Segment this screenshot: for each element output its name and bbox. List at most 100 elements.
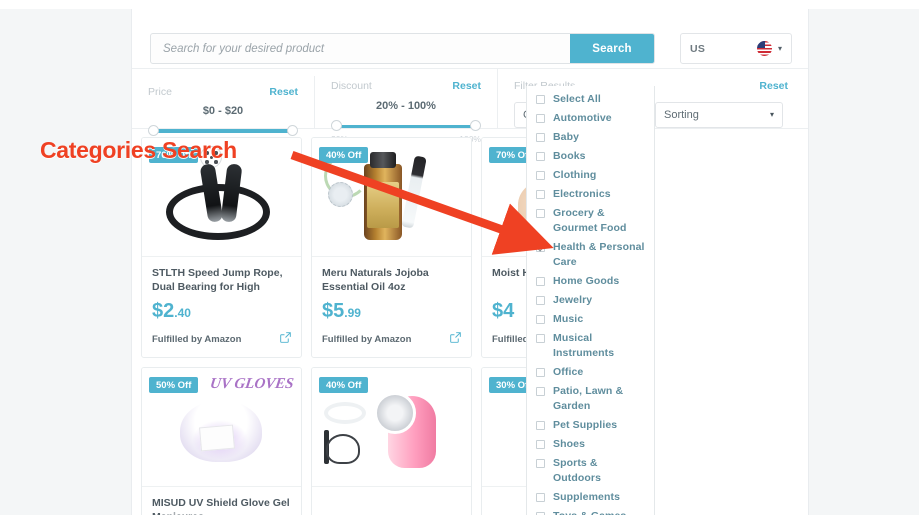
sorting-dropdown-button[interactable]: Sorting ▾ <box>655 102 783 128</box>
product-card[interactable]: 40% Off <box>311 367 472 515</box>
product-card[interactable]: 70% Off STLTH Speed Jump Rope, Dual Bear <box>141 137 302 358</box>
category-option-label: Musical Instruments <box>553 332 615 359</box>
category-option[interactable]: Supplements <box>527 490 654 505</box>
product-card[interactable]: 50% Off UV GLOVES MISUD UV Shield Glove … <box>141 367 302 515</box>
category-option[interactable]: Electronics <box>527 187 654 202</box>
product-info: STLTH Speed Jump Rope, Dual Bearing for … <box>142 257 301 357</box>
category-option-label: Supplements <box>553 491 621 503</box>
checkbox-icon[interactable] <box>536 458 545 468</box>
price-filter-header: Price Reset <box>148 87 298 98</box>
checkbox-icon[interactable] <box>536 420 545 430</box>
usa-seal-icon <box>328 182 353 207</box>
price-cents: .40 <box>174 306 191 320</box>
category-option[interactable]: Select All <box>527 92 654 107</box>
checkbox-icon[interactable] <box>536 170 545 180</box>
discount-filter-title: Discount <box>331 80 372 92</box>
price-filter-title: Price <box>148 86 172 98</box>
checkbox-icon[interactable] <box>536 94 545 104</box>
price-dollars: $5 <box>322 300 345 322</box>
category-option[interactable]: Toys & Games <box>527 509 654 515</box>
category-option[interactable]: Jewelry <box>527 293 654 308</box>
checkbox-icon[interactable] <box>536 511 545 515</box>
checkbox-icon[interactable] <box>536 367 545 377</box>
category-option[interactable]: Books <box>527 149 654 164</box>
category-option[interactable]: Baby <box>527 130 654 145</box>
category-option-label: Books <box>553 150 586 162</box>
product-card[interactable]: 40% Off Meru Naturals Jojoba Essential O… <box>311 137 472 358</box>
category-option[interactable]: Pet Supplies <box>527 418 654 433</box>
product-image: 50% Off UV GLOVES <box>142 368 301 487</box>
category-option-label: Baby <box>553 131 580 143</box>
checkbox-icon[interactable] <box>536 295 545 305</box>
price-reset-button[interactable]: Reset <box>269 87 298 98</box>
category-option-label: Clothing <box>553 169 597 181</box>
chevron-down-icon: ▾ <box>777 43 782 53</box>
us-flag-icon <box>756 41 772 56</box>
discount-badge: 40% Off <box>319 147 369 163</box>
checkbox-icon[interactable] <box>536 189 545 199</box>
search-button[interactable]: Search <box>570 34 654 63</box>
checkbox-icon[interactable] <box>536 314 545 324</box>
fulfilled-by-label: Fulfilled <box>492 333 529 345</box>
fulfillment-row: Fulfilled by Amazon <box>322 330 461 348</box>
category-option[interactable]: Patio, Lawn & Garden <box>527 384 654 414</box>
category-option-label: Automotive <box>553 112 612 124</box>
product-grid: 70% Off STLTH Speed Jump Rope, Dual Bear <box>132 129 808 515</box>
discount-reset-button[interactable]: Reset <box>452 80 481 92</box>
category-option[interactable]: Sports & Outdoors <box>527 456 654 486</box>
category-option-label: Jewelry <box>553 294 593 306</box>
checkbox-icon[interactable] <box>536 132 545 142</box>
product-image: 40% Off <box>312 138 471 257</box>
price-dollars: $4 <box>492 300 515 322</box>
checkbox-icon[interactable] <box>536 333 545 343</box>
category-option[interactable]: Clothing <box>527 168 654 183</box>
fulfilled-by-label: Fulfilled by Amazon <box>322 333 412 345</box>
category-option-label: Pet Supplies <box>553 419 618 431</box>
discount-badge: 40% Off <box>319 377 369 393</box>
category-option-label: Toys & Games <box>553 509 626 515</box>
checkbox-icon[interactable] <box>536 242 545 252</box>
category-option-label: Select All <box>553 93 601 105</box>
category-option[interactable]: Grocery & Gourmet Food <box>527 206 654 236</box>
discount-range-label: 20% - 100% <box>376 100 436 112</box>
product-title: STLTH Speed Jump Rope, Dual Bearing for … <box>152 267 283 293</box>
checkbox-icon[interactable] <box>536 113 545 123</box>
search-field-wrapper: Search <box>150 33 655 64</box>
product-info: Meru Naturals Jojoba Essential Oil 4oz $… <box>312 257 471 357</box>
fulfillment-row: Fulfilled by Amazon <box>152 330 291 348</box>
category-option[interactable]: Health & Personal Care <box>527 240 654 270</box>
category-option-label: Office <box>553 366 584 378</box>
category-option[interactable]: Automotive <box>527 111 654 126</box>
checkbox-icon[interactable] <box>536 208 545 218</box>
app-root: Search US ▾ Price Reset $0 - $20 <box>0 0 919 515</box>
share-icon[interactable] <box>280 330 291 348</box>
share-icon[interactable] <box>450 330 461 348</box>
checkbox-icon[interactable] <box>536 386 545 396</box>
price-dollars: $2 <box>152 300 175 322</box>
discount-badge: 50% Off <box>149 377 199 393</box>
country-selector[interactable]: US ▾ <box>680 33 792 64</box>
category-option[interactable]: Home Goods <box>527 274 654 289</box>
discount-slider-track <box>338 124 474 128</box>
top-white-strip <box>0 0 919 9</box>
category-option[interactable]: Music <box>527 312 654 327</box>
product-image: 40% Off <box>312 368 471 487</box>
category-option[interactable]: Musical Instruments <box>527 331 654 361</box>
filter-results-reset-button[interactable]: Reset <box>759 80 788 92</box>
chevron-down-icon: ▾ <box>769 110 774 119</box>
category-option-label: Music <box>553 313 584 325</box>
product-title: Meru Naturals Jojoba Essential Oil 4oz <box>322 267 429 293</box>
checkbox-icon[interactable] <box>536 276 545 286</box>
categories-dropdown-panel: Select All Automotive Baby Books Clothin… <box>526 86 655 515</box>
search-input[interactable] <box>151 34 570 63</box>
category-option[interactable]: Shoes <box>527 437 654 452</box>
price-filter: Price Reset $0 - $20 $0 $20 <box>132 76 315 147</box>
country-code-label: US <box>690 42 706 55</box>
checkbox-icon[interactable] <box>536 492 545 502</box>
product-price: $5.99 <box>322 301 461 321</box>
checkbox-icon[interactable] <box>536 439 545 449</box>
category-option[interactable]: Office <box>527 365 654 380</box>
discount-filter-header: Discount Reset <box>331 80 481 92</box>
search-bar-row: Search US ▾ <box>132 9 808 69</box>
checkbox-icon[interactable] <box>536 151 545 161</box>
